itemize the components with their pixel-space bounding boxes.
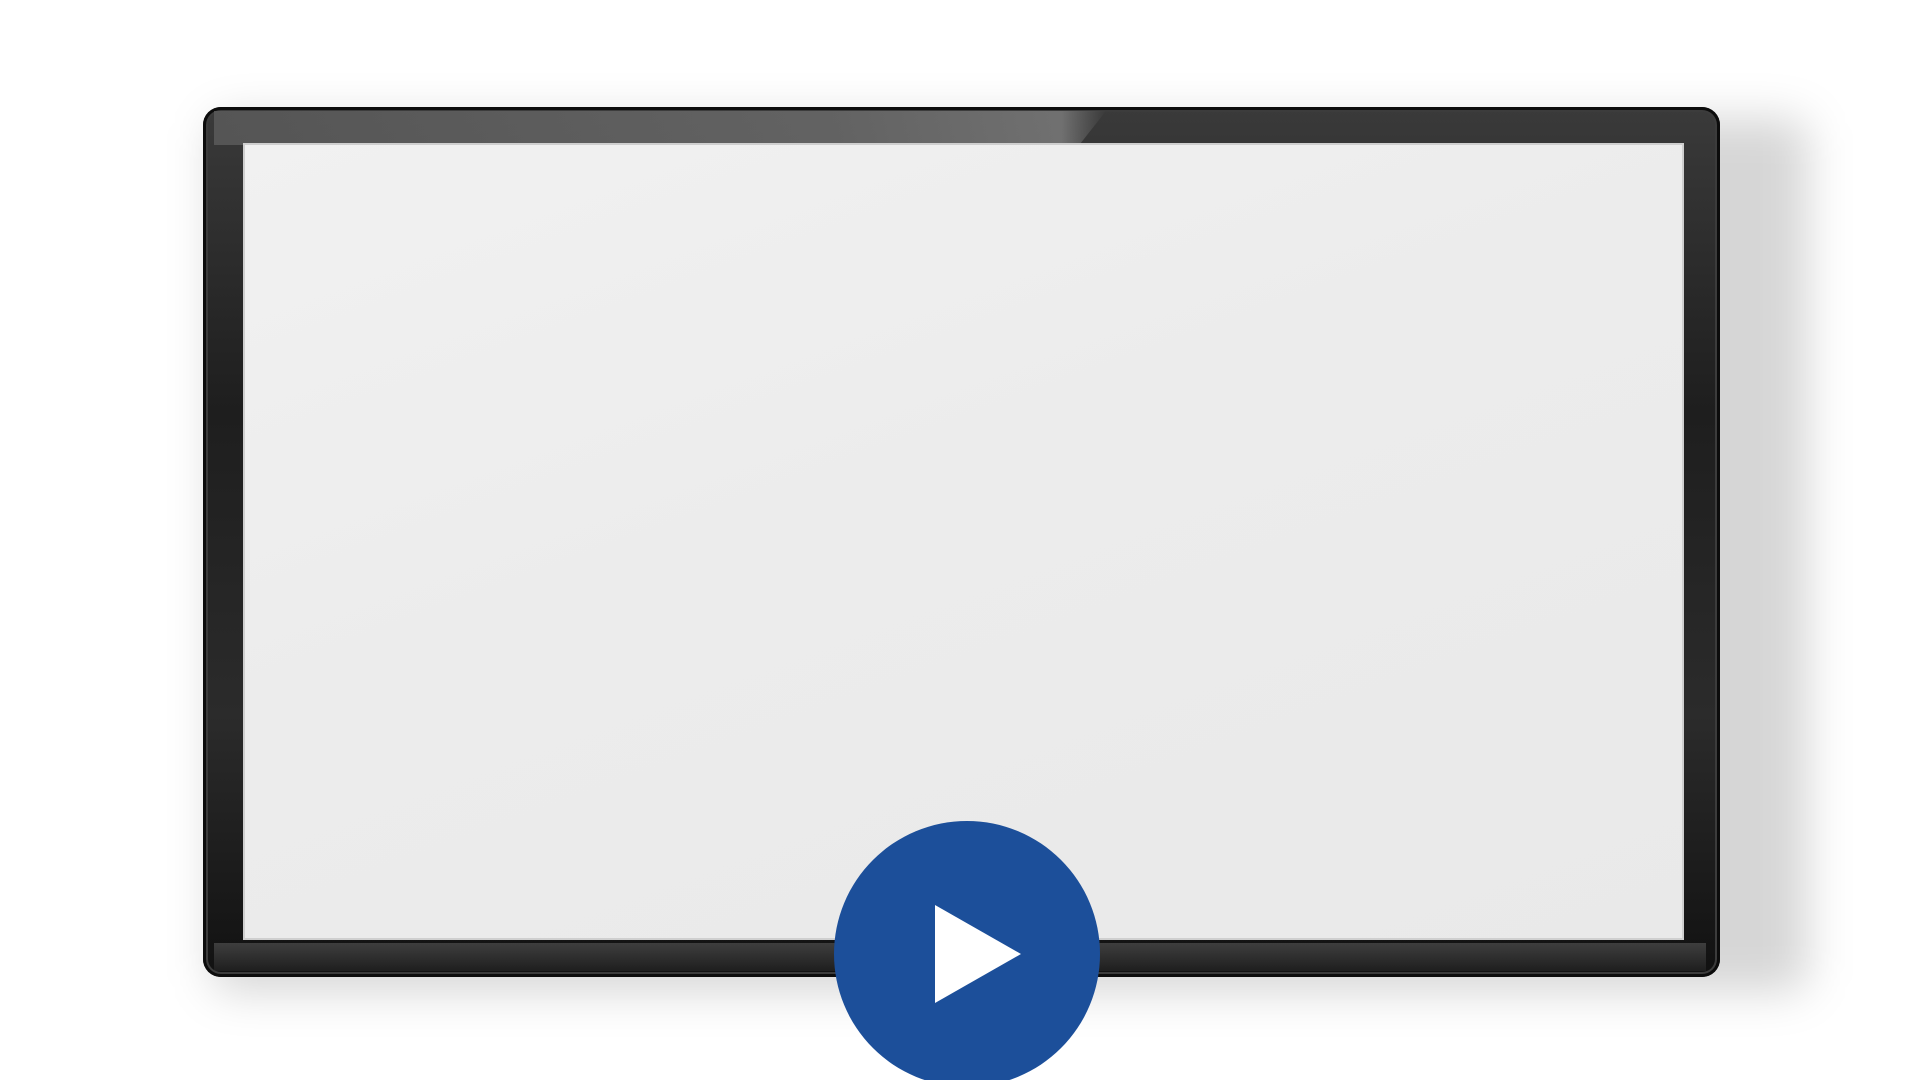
play-button[interactable] <box>834 821 1100 1080</box>
play-icon <box>935 905 1021 1003</box>
video-player-stage <box>0 0 1920 1080</box>
bezel-glare <box>214 111 1106 145</box>
